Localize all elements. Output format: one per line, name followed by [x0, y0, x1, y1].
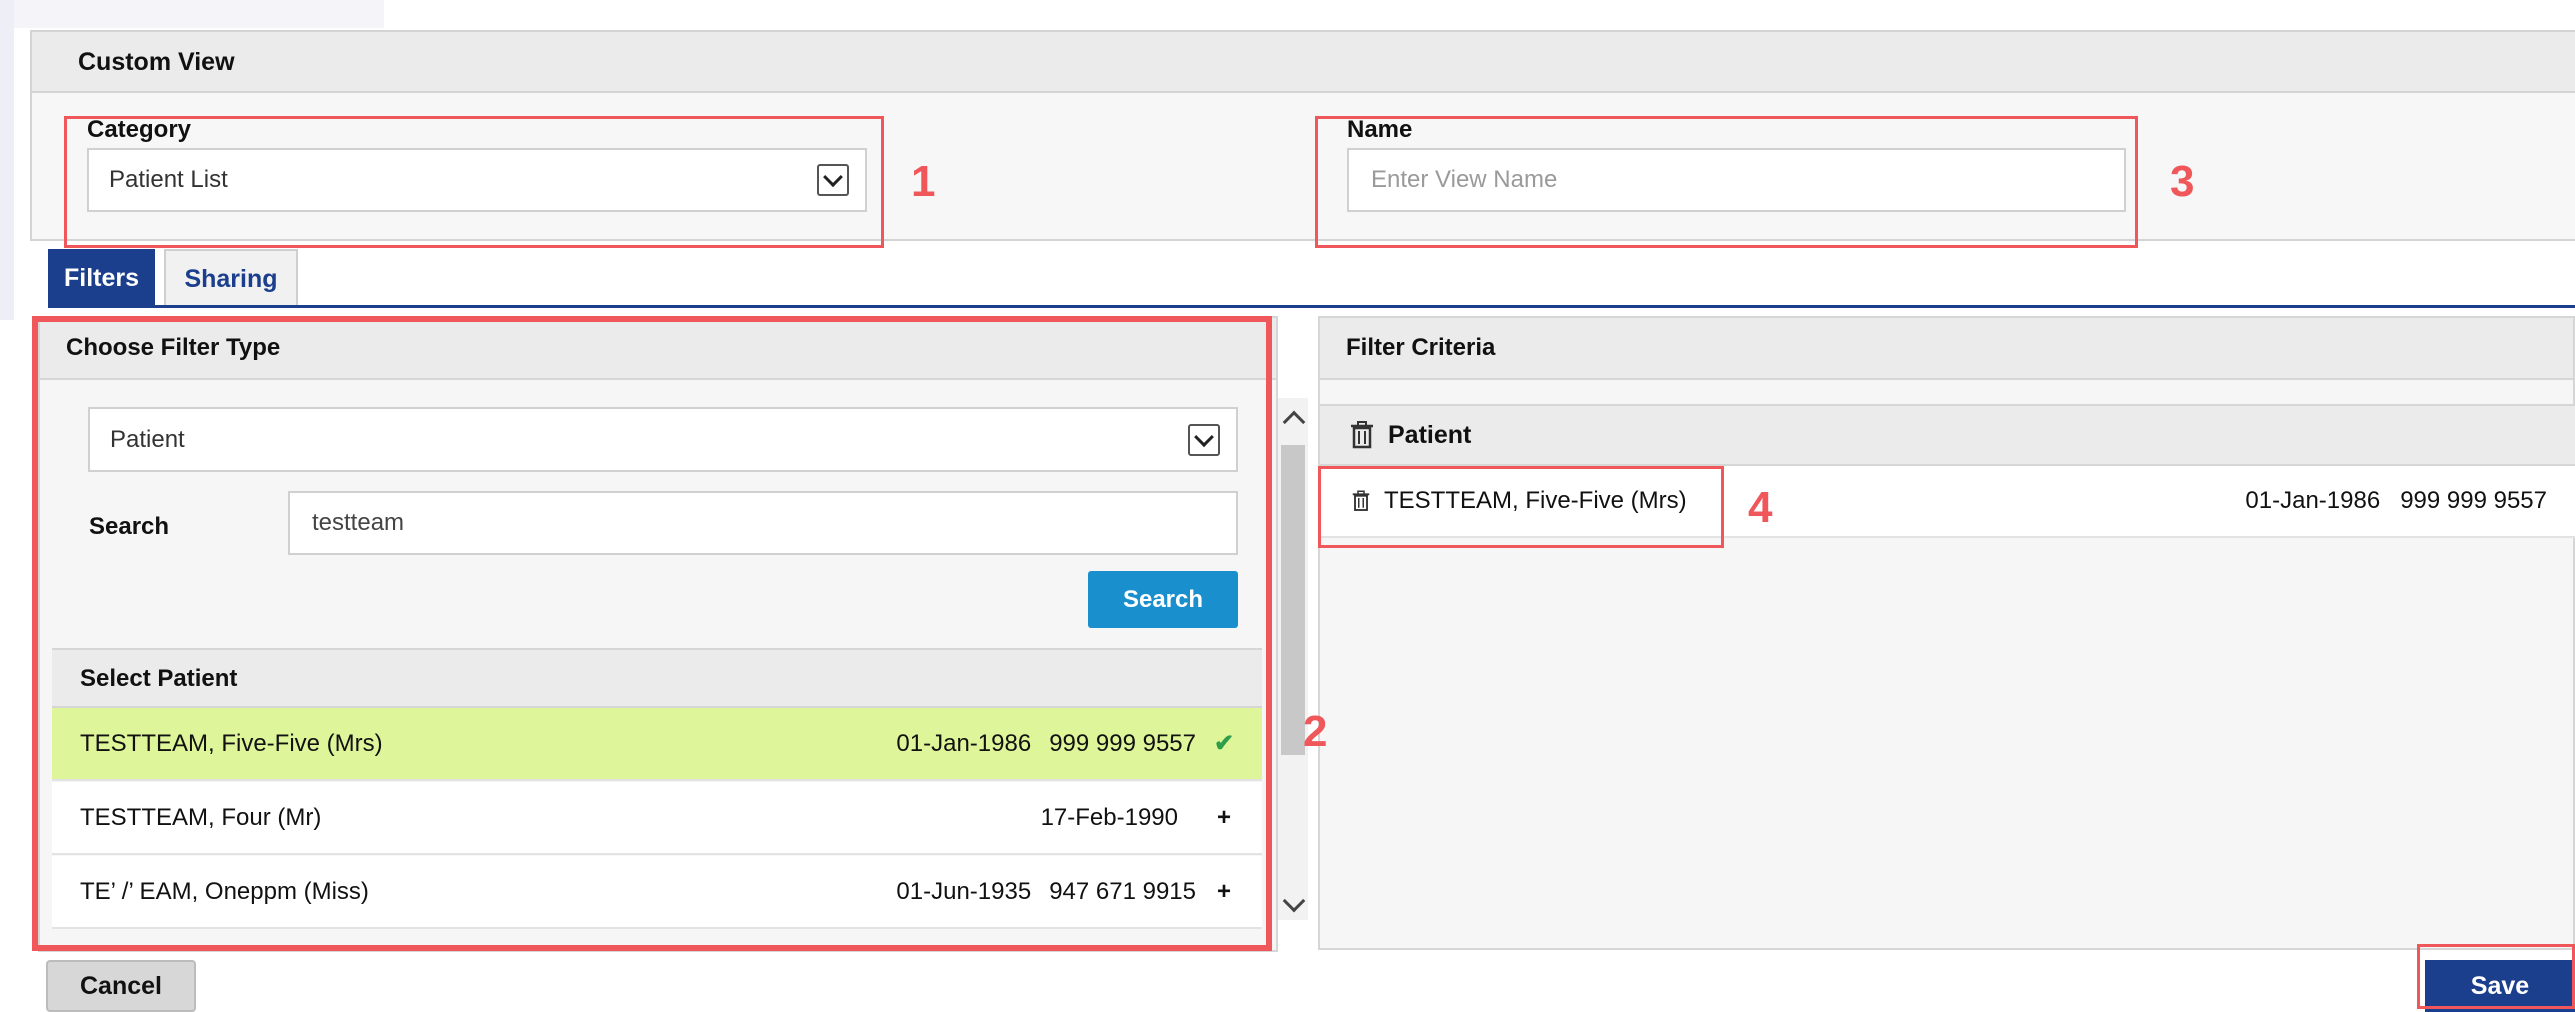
annotation-number-2: 2 [1303, 707, 1328, 756]
scrollbar-thumb[interactable] [1281, 445, 1305, 755]
trash-icon[interactable] [1350, 421, 1374, 449]
annotation-number-4: 4 [1748, 483, 1773, 532]
custom-view-title: Custom View [78, 48, 235, 76]
tab-filters-label: Filters [63, 263, 140, 292]
annotation-box-2 [32, 316, 1272, 951]
filter-criteria-header: Filter Criteria [1320, 318, 2573, 380]
criteria-group-patient: Patient [1320, 404, 2575, 466]
annotation-box-4 [1318, 466, 1724, 548]
criteria-item-nhs: 999 999 9557 [2400, 487, 2547, 514]
tab-sharing[interactable]: Sharing [164, 249, 298, 307]
left-strip [0, 0, 14, 320]
tab-filters[interactable]: Filters [48, 249, 155, 307]
criteria-group-label: Patient [1388, 420, 1472, 449]
tab-underline [48, 305, 2575, 308]
annotation-box-1 [64, 116, 884, 248]
annotation-box-save [2417, 944, 2575, 1009]
tab-sharing-label: Sharing [184, 264, 278, 293]
annotation-box-3 [1315, 116, 2138, 248]
top-strip [14, 0, 384, 28]
custom-view-header: Custom View [30, 30, 2575, 93]
criteria-item-dob: 01-Jan-1986 [2245, 487, 2381, 514]
cancel-button[interactable]: Cancel [46, 960, 196, 1012]
annotation-number-3: 3 [2170, 157, 2195, 206]
annotation-number-1: 1 [911, 157, 936, 206]
